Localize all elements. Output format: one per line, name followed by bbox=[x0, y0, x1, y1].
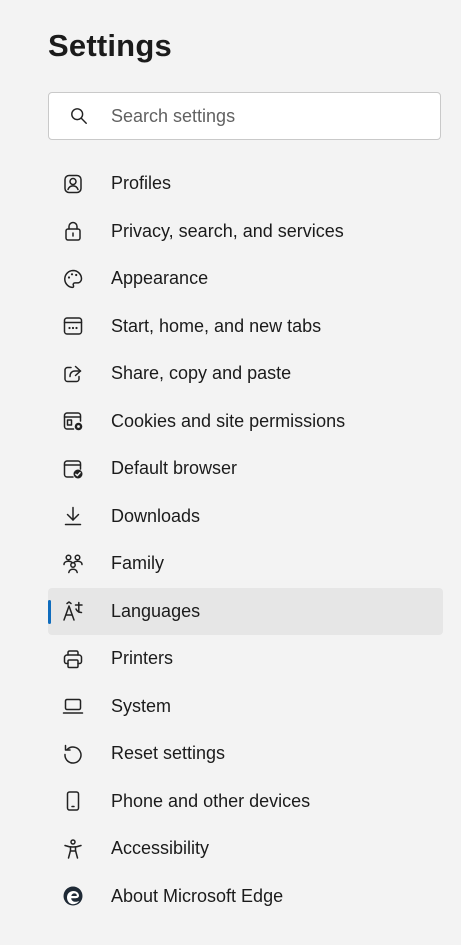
sidebar-item-label: Start, home, and new tabs bbox=[111, 315, 322, 336]
sidebar-item-family[interactable]: Family bbox=[48, 540, 443, 588]
sidebar-item-about[interactable]: About Microsoft Edge bbox=[48, 873, 443, 921]
sidebar-item-label: Default browser bbox=[111, 458, 238, 479]
sidebar-item-phone[interactable]: Phone and other devices bbox=[48, 778, 443, 826]
sidebar-item-label: Family bbox=[111, 553, 164, 574]
sidebar-item-profiles[interactable]: Profiles bbox=[48, 160, 443, 208]
sidebar-item-privacy[interactable]: Privacy, search, and services bbox=[48, 208, 443, 256]
accessibility-icon bbox=[62, 838, 84, 860]
sidebar-item-printers[interactable]: Printers bbox=[48, 635, 443, 683]
sidebar-item-label: Share, copy and paste bbox=[111, 363, 292, 384]
cookies-icon bbox=[62, 410, 84, 432]
lock-icon bbox=[62, 220, 84, 242]
sidebar-item-appearance[interactable]: Appearance bbox=[48, 255, 443, 303]
sidebar-item-label: Appearance bbox=[111, 268, 209, 289]
sidebar-item-label: Cookies and site permissions bbox=[111, 410, 346, 431]
printer-icon bbox=[62, 648, 84, 670]
edge-logo-icon bbox=[62, 885, 84, 907]
search-input[interactable] bbox=[111, 105, 411, 127]
default-browser-icon bbox=[62, 458, 84, 480]
sidebar-item-label: Printers bbox=[111, 648, 174, 669]
sidebar-item-reset[interactable]: Reset settings bbox=[48, 730, 443, 778]
search-icon bbox=[69, 106, 89, 126]
share-icon bbox=[62, 363, 84, 385]
settings-nav: Profiles Privacy, search, and services A… bbox=[48, 160, 443, 920]
sidebar-item-default-browser[interactable]: Default browser bbox=[48, 445, 443, 493]
sidebar-item-label: Downloads bbox=[111, 505, 201, 526]
sidebar-item-start-home[interactable]: Start, home, and new tabs bbox=[48, 303, 443, 351]
sidebar-item-cookies[interactable]: Cookies and site permissions bbox=[48, 398, 443, 446]
page-title: Settings bbox=[48, 28, 172, 63]
sidebar-item-label: Accessibility bbox=[111, 838, 210, 859]
sidebar-item-share[interactable]: Share, copy and paste bbox=[48, 350, 443, 398]
sidebar-item-label: Profiles bbox=[111, 173, 172, 194]
sidebar-item-system[interactable]: System bbox=[48, 683, 443, 731]
sidebar-item-downloads[interactable]: Downloads bbox=[48, 493, 443, 541]
sidebar-item-languages[interactable]: Languages bbox=[48, 587, 443, 635]
sidebar-item-label: Privacy, search, and services bbox=[111, 220, 344, 241]
settings-sidebar: Settings Profiles bbox=[0, 0, 461, 945]
sidebar-item-label: Reset settings bbox=[111, 743, 226, 764]
new-tab-icon bbox=[62, 315, 84, 337]
sidebar-item-label: Phone and other devices bbox=[111, 790, 311, 811]
palette-icon bbox=[62, 268, 84, 290]
reset-icon bbox=[62, 743, 84, 765]
search-box[interactable] bbox=[48, 92, 441, 140]
sidebar-item-label: Languages bbox=[111, 600, 201, 621]
sidebar-item-label: System bbox=[111, 695, 172, 716]
phone-icon bbox=[62, 790, 84, 812]
sidebar-item-accessibility[interactable]: Accessibility bbox=[48, 825, 443, 873]
sidebar-item-label: About Microsoft Edge bbox=[111, 885, 284, 906]
family-icon bbox=[62, 553, 84, 575]
download-icon bbox=[62, 505, 84, 527]
languages-icon bbox=[62, 600, 84, 622]
laptop-icon bbox=[62, 695, 84, 717]
profile-icon bbox=[62, 173, 84, 195]
